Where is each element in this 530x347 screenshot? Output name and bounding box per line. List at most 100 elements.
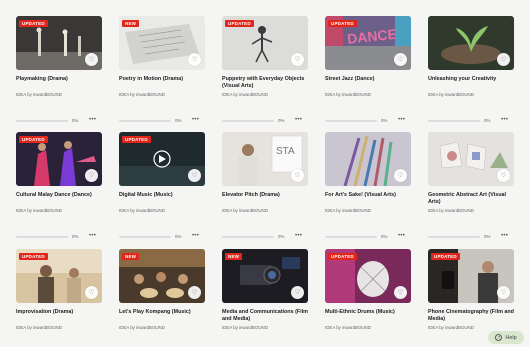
progress-percent: 0%	[484, 118, 491, 123]
favorite-heart-icon[interactable]: ♡	[394, 286, 407, 299]
course-card-for-arts-sake[interactable]: ♡ For Art's Sake! (Visual Arts) IDEA by …	[325, 132, 413, 242]
course-author: IDEA by inwardBOUND	[428, 92, 474, 97]
favorite-heart-icon[interactable]: ♡	[188, 53, 201, 66]
updated-badge: UPDATED	[19, 20, 48, 27]
more-options-icon[interactable]: •••	[295, 117, 302, 123]
course-card-elevator-pitch[interactable]: STA ♡ Elevator Pitch (Drama) IDEA by inw…	[222, 132, 310, 242]
course-thumbnail[interactable]: UPDATED ♡	[16, 249, 102, 303]
course-card-multi-ethnic-drums[interactable]: UPDATED ♡ Multi-Ethnic Drums (Music) IDE…	[325, 249, 413, 347]
updated-badge: UPDATED	[328, 253, 357, 260]
progress-bar	[222, 120, 274, 122]
more-options-icon[interactable]: •••	[89, 233, 96, 239]
course-title[interactable]: Media and Communications (Film and Media…	[222, 309, 310, 323]
progress-row: 0% •••	[16, 233, 102, 240]
progress-bar	[119, 120, 171, 122]
more-options-icon[interactable]: •••	[398, 233, 405, 239]
favorite-heart-icon[interactable]: ♡	[291, 53, 304, 66]
help-button[interactable]: ? Help	[488, 331, 524, 344]
more-options-icon[interactable]: •••	[295, 233, 302, 239]
course-thumbnail[interactable]: UPDATED ♡	[119, 132, 205, 186]
course-title[interactable]: Multi-Ethnic Drums (Music)	[325, 309, 413, 323]
progress-bar	[325, 120, 377, 122]
favorite-heart-icon[interactable]: ♡	[188, 169, 201, 182]
progress-percent: 0%	[484, 234, 491, 239]
course-thumbnail[interactable]: ♡	[325, 132, 411, 186]
course-card-poetry-in-motion[interactable]: NEW ♡ Poetry in Motion (Drama) IDEA by i…	[119, 16, 207, 126]
course-author: IDEA by inwardBOUND	[428, 208, 474, 213]
new-badge: NEW	[122, 253, 140, 260]
course-title[interactable]: Street Jazz (Dance)	[325, 76, 413, 90]
course-thumbnail[interactable]: NEW ♡	[119, 249, 205, 303]
course-thumbnail[interactable]: UPDATED ♡	[222, 16, 308, 70]
course-title[interactable]: For Art's Sake! (Visual Arts)	[325, 192, 413, 206]
course-title[interactable]: Elevator Pitch (Drama)	[222, 192, 310, 206]
course-card-cultural-malay-dance[interactable]: UPDATED ♡ Cultural Malay Dance (Dance) I…	[16, 132, 104, 242]
course-title[interactable]: Cultural Malay Dance (Dance)	[16, 192, 104, 206]
help-label: Help	[505, 334, 517, 341]
favorite-heart-icon[interactable]: ♡	[291, 286, 304, 299]
course-title[interactable]: Unleashing your Creativity	[428, 76, 516, 90]
course-thumbnail[interactable]: UPDATED ♡	[428, 249, 514, 303]
course-card-puppetry[interactable]: UPDATED ♡ Puppetry with Everyday Objects…	[222, 16, 310, 126]
course-title[interactable]: Let's Play Kompang (Music)	[119, 309, 207, 323]
favorite-heart-icon[interactable]: ♡	[394, 53, 407, 66]
progress-bar	[428, 120, 480, 122]
course-author: IDEA by inwardBOUND	[222, 325, 268, 330]
more-options-icon[interactable]: •••	[192, 233, 199, 239]
course-card-improvisation[interactable]: UPDATED ♡ Improvisation (Drama) IDEA by …	[16, 249, 104, 347]
course-title[interactable]: Poetry in Motion (Drama)	[119, 76, 207, 90]
course-thumbnail[interactable]: NEW ♡	[222, 249, 308, 303]
course-card-geometric-abstract-art[interactable]: ♡ Geometric Abstract Art (Visual Arts) I…	[428, 132, 516, 242]
course-title[interactable]: Puppetry with Everyday Objects (Visual A…	[222, 76, 310, 90]
course-author: IDEA by inwardBOUND	[222, 208, 268, 213]
course-card-unleashing-creativity[interactable]: ♡ Unleashing your Creativity IDEA by inw…	[428, 16, 516, 126]
progress-percent: 0%	[381, 234, 388, 239]
course-card-lets-play-kompang[interactable]: NEW ♡ Let's Play Kompang (Music) IDEA by…	[119, 249, 207, 347]
course-author: IDEA by inwardBOUND	[16, 208, 62, 213]
progress-row: 0% •••	[428, 233, 514, 240]
course-author: IDEA by inwardBOUND	[16, 92, 62, 97]
course-title[interactable]: Geometric Abstract Art (Visual Arts)	[428, 192, 516, 206]
course-author: IDEA by inwardBOUND	[119, 92, 165, 97]
course-thumbnail[interactable]: DANCE UPDATED ♡	[325, 16, 411, 70]
favorite-heart-icon[interactable]: ♡	[497, 286, 510, 299]
progress-row: 0% •••	[325, 233, 411, 240]
favorite-heart-icon[interactable]: ♡	[497, 53, 510, 66]
more-options-icon[interactable]: •••	[501, 117, 508, 123]
favorite-heart-icon[interactable]: ♡	[85, 286, 98, 299]
course-title[interactable]: Improvisation (Drama)	[16, 309, 104, 323]
course-card-street-jazz[interactable]: DANCE UPDATED ♡ Street Jazz (Dance) IDEA…	[325, 16, 413, 126]
course-card-playmaking[interactable]: UPDATED ♡ Playmaking (Drama) IDEA by inw…	[16, 16, 104, 126]
more-options-icon[interactable]: •••	[89, 117, 96, 123]
course-thumbnail[interactable]: UPDATED ♡	[16, 16, 102, 70]
course-card-digital-music[interactable]: UPDATED ♡ Digital Music (Music) IDEA by …	[119, 132, 207, 242]
progress-row: 0% •••	[119, 117, 205, 124]
course-thumbnail[interactable]: UPDATED ♡	[16, 132, 102, 186]
favorite-heart-icon[interactable]: ♡	[497, 169, 510, 182]
course-thumbnail[interactable]: ♡	[428, 132, 514, 186]
course-grid: UPDATED ♡ Playmaking (Drama) IDEA by inw…	[16, 16, 516, 347]
more-options-icon[interactable]: •••	[398, 117, 405, 123]
progress-bar	[16, 120, 68, 122]
course-author: IDEA by inwardBOUND	[16, 325, 62, 330]
favorite-heart-icon[interactable]: ♡	[188, 286, 201, 299]
course-thumbnail[interactable]: UPDATED ♡	[325, 249, 411, 303]
course-author: IDEA by inwardBOUND	[325, 325, 371, 330]
course-title[interactable]: Playmaking (Drama)	[16, 76, 104, 90]
course-card-media-and-communications[interactable]: NEW ♡ Media and Communications (Film and…	[222, 249, 310, 347]
progress-bar	[119, 236, 171, 238]
course-thumbnail[interactable]: STA ♡	[222, 132, 308, 186]
favorite-heart-icon[interactable]: ♡	[394, 169, 407, 182]
favorite-heart-icon[interactable]: ♡	[85, 169, 98, 182]
progress-bar	[16, 236, 68, 238]
course-thumbnail[interactable]: ♡	[428, 16, 514, 70]
course-title[interactable]: Phone Cinematography (Film and Media)	[428, 309, 516, 323]
favorite-heart-icon[interactable]: ♡	[85, 53, 98, 66]
more-options-icon[interactable]: •••	[192, 117, 199, 123]
progress-row: 0% •••	[119, 233, 205, 240]
progress-percent: 0%	[175, 118, 182, 123]
more-options-icon[interactable]: •••	[501, 233, 508, 239]
favorite-heart-icon[interactable]: ♡	[291, 169, 304, 182]
course-thumbnail[interactable]: NEW ♡	[119, 16, 205, 70]
course-title[interactable]: Digital Music (Music)	[119, 192, 207, 206]
